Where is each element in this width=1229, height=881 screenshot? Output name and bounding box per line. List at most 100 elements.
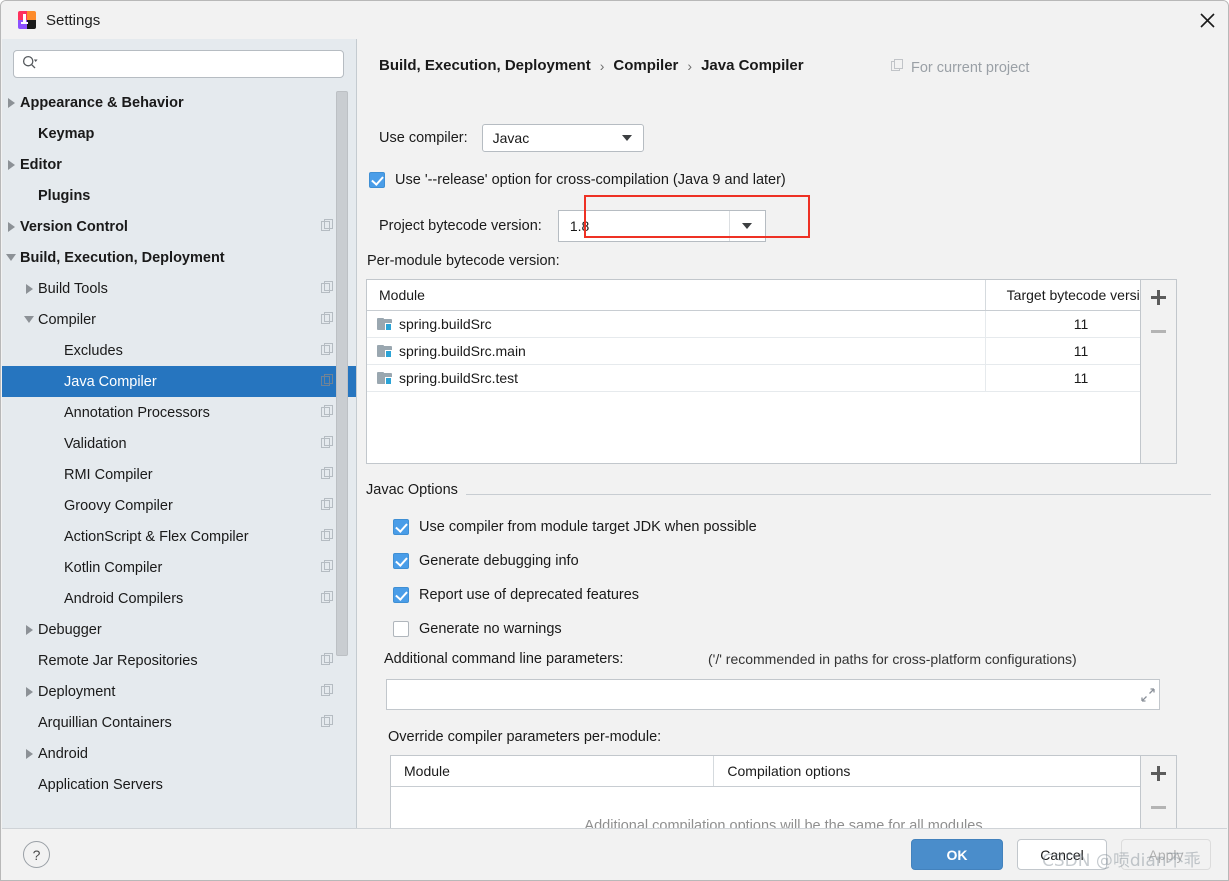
sidebar-item-groovy-compiler[interactable]: Groovy Compiler [2, 490, 356, 521]
chevron-right-icon[interactable] [2, 211, 20, 242]
override-params-label: Override compiler parameters per-module: [388, 729, 662, 745]
use-release-option-label: Use '--release' option for cross-compila… [395, 172, 786, 188]
remove-override-button[interactable] [1141, 790, 1176, 824]
sidebar-item-editor[interactable]: Editor [2, 149, 356, 180]
breadcrumb-separator: › [687, 57, 693, 74]
sidebar-item-label: Android Compilers [64, 590, 184, 607]
sidebar-item-plugins[interactable]: Plugins [2, 180, 356, 211]
sidebar-item-label: Android [38, 745, 88, 762]
use-compiler-select[interactable]: Javac [481, 124, 644, 152]
help-button[interactable]: ? [23, 841, 50, 868]
copy-icon [321, 218, 334, 235]
sidebar-item-build-tools[interactable]: Build Tools [2, 273, 356, 304]
expand-icon[interactable] [1137, 680, 1159, 709]
chevron-right-icon[interactable] [20, 738, 38, 769]
sidebar-item-actionscript-flex-compiler[interactable]: ActionScript & Flex Compiler [2, 521, 356, 552]
additional-params-field[interactable] [386, 679, 1160, 710]
apply-button[interactable]: Apply [1121, 839, 1211, 870]
sidebar-item-java-compiler[interactable]: Java Compiler [2, 366, 356, 397]
sidebar-item-label: Excludes [64, 342, 123, 359]
copy-icon [321, 590, 334, 607]
search-box[interactable] [13, 50, 344, 78]
module-name: spring.buildSrc.main [399, 343, 526, 359]
sidebar-item-label: Editor [20, 156, 62, 173]
sidebar-item-deployment[interactable]: Deployment [2, 676, 356, 707]
settings-window: Settings Appearance & Behavior Keymap Edit… [0, 0, 1229, 881]
sidebar-item-application-servers[interactable]: Application Servers [2, 769, 356, 800]
sidebar-item-annotation-processors[interactable]: Annotation Processors [2, 397, 356, 428]
checkbox-unchecked-icon [393, 621, 409, 637]
module-icon [377, 317, 392, 331]
sidebar-item-android-compilers[interactable]: Android Compilers [2, 583, 356, 614]
sidebar-item-rmi-compiler[interactable]: RMI Compiler [2, 459, 356, 490]
chevron-right-icon[interactable] [20, 676, 38, 707]
chevron-down-icon[interactable] [20, 304, 38, 335]
checkbox-checked-icon [369, 172, 385, 188]
option-generate-no-warnings[interactable]: Generate no warnings [393, 621, 562, 637]
project-bytecode-select[interactable]: 1.8 [557, 210, 766, 242]
sidebar-item-keymap[interactable]: Keymap [2, 118, 356, 149]
sidebar-item-compiler[interactable]: Compiler [2, 304, 356, 335]
additional-params-label: Additional command line parameters: [384, 651, 624, 667]
sidebar-item-debugger[interactable]: Debugger [2, 614, 356, 645]
option-use-module-jdk-compiler[interactable]: Use compiler from module target JDK when… [393, 519, 757, 535]
sidebar-item-label: Groovy Compiler [64, 497, 173, 514]
sidebar-item-label: Java Compiler [64, 373, 157, 390]
sidebar-item-appearance-behavior[interactable]: Appearance & Behavior [2, 87, 356, 118]
breadcrumb-item[interactable]: Java Compiler [701, 57, 804, 74]
table-row[interactable]: spring.buildSrc 11 [367, 311, 1176, 338]
javac-options-title: Javac Options [366, 482, 466, 498]
sidebar-item-label: Annotation Processors [64, 404, 210, 421]
sidebar-item-validation[interactable]: Validation [2, 428, 356, 459]
option-report-deprecated[interactable]: Report use of deprecated features [393, 587, 639, 603]
cancel-button[interactable]: Cancel [1017, 839, 1107, 870]
chevron-down-icon[interactable] [728, 211, 765, 241]
sidebar-item-version-control[interactable]: Version Control [2, 211, 356, 242]
checkbox-checked-icon [393, 553, 409, 569]
plus-icon [1151, 765, 1166, 781]
cell-module: spring.buildSrc.test [367, 365, 986, 391]
chevron-down-icon[interactable] [2, 242, 20, 273]
project-bytecode-value: 1.8 [569, 218, 590, 234]
breadcrumb-item[interactable]: Compiler [613, 57, 678, 74]
table-row[interactable]: spring.buildSrc.main 11 [367, 338, 1176, 365]
remove-module-button[interactable] [1141, 314, 1176, 348]
sidebar-item-label: Debugger [38, 621, 102, 638]
column-header-module[interactable]: Module [367, 280, 986, 310]
per-module-label: Per-module bytecode version: [367, 253, 560, 269]
add-override-button[interactable] [1141, 756, 1176, 790]
chevron-right-icon[interactable] [2, 149, 20, 180]
chevron-right-icon[interactable] [20, 273, 38, 304]
option-generate-debugging-info[interactable]: Generate debugging info [393, 553, 579, 569]
use-release-option-checkbox[interactable]: Use '--release' option for cross-compila… [369, 172, 786, 188]
column-header-compilation-options[interactable]: Compilation options [714, 756, 1176, 786]
dialog-footer: ? OK Cancel Apply [2, 828, 1227, 880]
ok-button[interactable]: OK [911, 839, 1003, 870]
additional-params-input[interactable] [395, 681, 1137, 708]
module-icon [377, 371, 392, 385]
copy-icon [321, 714, 334, 731]
add-module-button[interactable] [1141, 280, 1176, 314]
sidebar-item-kotlin-compiler[interactable]: Kotlin Compiler [2, 552, 356, 583]
table-row[interactable]: spring.buildSrc.test 11 [367, 365, 1176, 392]
sidebar-item-remote-jar-repositories[interactable]: Remote Jar Repositories [2, 645, 356, 676]
sidebar-scrollbar[interactable] [336, 91, 348, 656]
sidebar-item-build-execution-deployment[interactable]: Build, Execution, Deployment [2, 242, 356, 273]
sidebar-item-excludes[interactable]: Excludes [2, 335, 356, 366]
module-icon [377, 344, 392, 358]
breadcrumb-item[interactable]: Build, Execution, Deployment [379, 57, 591, 74]
search-input[interactable] [42, 52, 343, 76]
table-body: spring.buildSrc 11 spring.buildSrc.main 11 s… [367, 311, 1176, 392]
sidebar-item-arquillian-containers[interactable]: Arquillian Containers [2, 707, 356, 738]
sidebar-item-android[interactable]: Android [2, 738, 356, 769]
column-header-module[interactable]: Module [391, 756, 715, 786]
chevron-right-icon[interactable] [20, 614, 38, 645]
scope-indicator: For current project [891, 59, 1029, 76]
close-icon[interactable] [1184, 1, 1228, 39]
chevron-right-icon[interactable] [2, 87, 20, 118]
